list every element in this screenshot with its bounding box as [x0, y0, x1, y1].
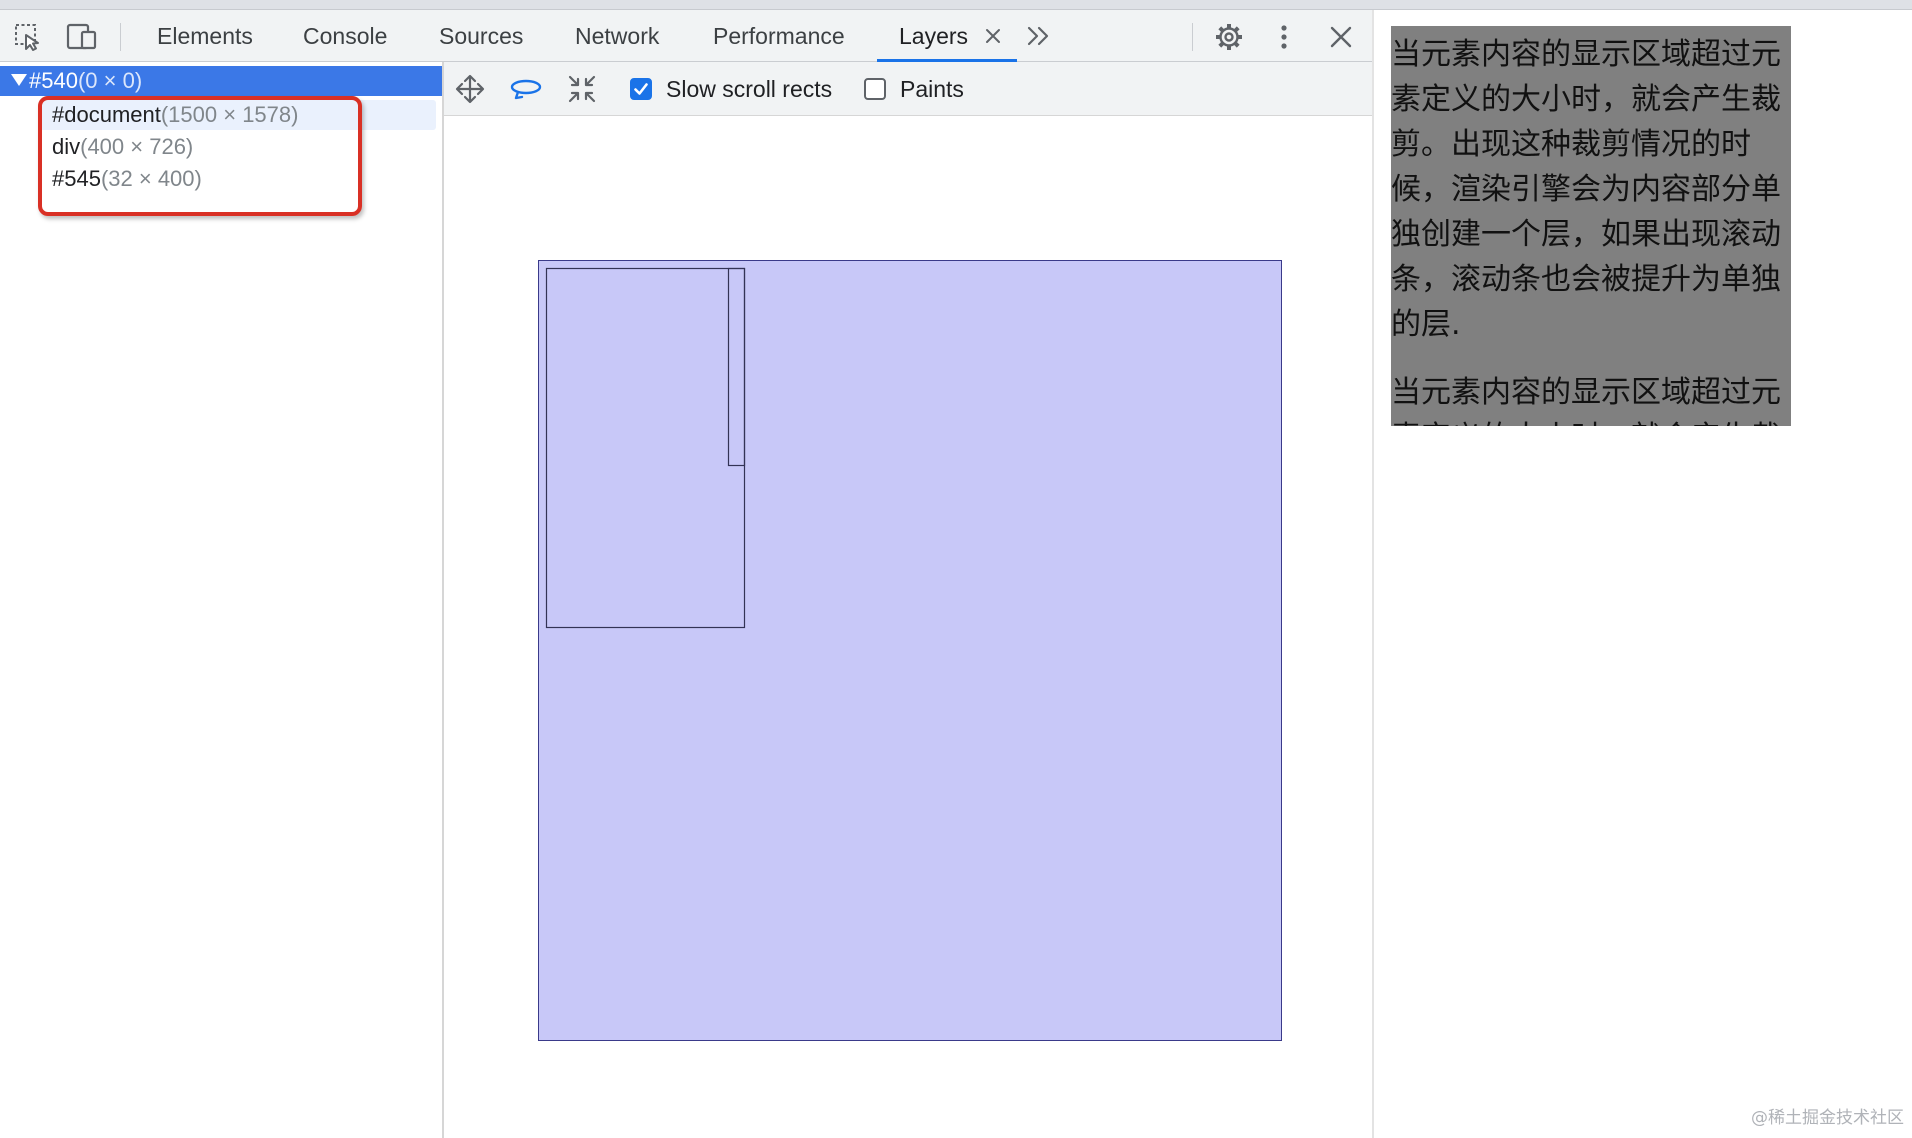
layers-canvas[interactable]: [444, 116, 1372, 1138]
expand-arrow-icon[interactable]: [11, 74, 27, 87]
tab-sources[interactable]: Sources: [439, 10, 523, 62]
tab-performance[interactable]: Performance: [713, 10, 845, 62]
page-preview-scroll-box[interactable]: 当元素内容的显示区域超过元素定义的大小时，就会产生裁剪。出现这种裁剪情况的时候，…: [1391, 26, 1791, 426]
layer-tree: #540(0 × 0) #document(1500 × 1578) div(4…: [0, 62, 444, 1138]
layers-viewport: Slow scroll rects Paints: [444, 62, 1372, 1138]
tab-layers[interactable]: Layers: [899, 10, 968, 62]
layer-name: #document: [52, 102, 161, 127]
slow-scroll-rects-label[interactable]: Slow scroll rects: [666, 62, 832, 116]
toolbar-separator: [120, 23, 121, 51]
watermark: @稀土掘金技术社区: [1751, 1108, 1904, 1128]
layer-size: (400 × 726): [80, 134, 194, 159]
paints-checkbox[interactable]: [864, 78, 886, 100]
slow-scroll-rects-checkbox[interactable]: [630, 78, 652, 100]
rotate-mode-icon[interactable]: [508, 71, 544, 107]
layer-tree-root[interactable]: #540(0 × 0): [0, 66, 442, 96]
tab-network[interactable]: Network: [575, 10, 659, 62]
layer-tree-item[interactable]: div(400 × 726): [52, 132, 193, 162]
reset-view-icon[interactable]: [564, 71, 600, 107]
pan-mode-icon[interactable]: [452, 71, 488, 107]
devtools-panel: Elements Console Sources Network Perform…: [0, 10, 1374, 1138]
layer-size: (32 × 400): [100, 166, 202, 191]
device-toolbar-icon[interactable]: [66, 21, 98, 53]
layer-size: (0 × 0): [77, 68, 143, 93]
layers-toolbar: Slow scroll rects Paints: [444, 62, 1372, 116]
document-layer-rect[interactable]: [538, 260, 1282, 1041]
layer-name: div: [52, 134, 81, 159]
paints-label[interactable]: Paints: [900, 62, 964, 116]
preview-text: 当元素内容的显示区域超过元素定义的大小时，就会产生裁剪。出现这种裁剪情况的时候，…: [1391, 26, 1791, 426]
layer-name: #540: [29, 68, 78, 93]
inspect-element-icon[interactable]: [12, 21, 44, 53]
checkmark-icon: [634, 83, 648, 95]
layer-tree-item[interactable]: #document(1500 × 1578): [40, 100, 436, 130]
close-tab-icon[interactable]: [980, 23, 1006, 49]
tab-console[interactable]: Console: [303, 10, 387, 62]
more-tabs-icon[interactable]: [1024, 23, 1054, 49]
settings-gear-icon[interactable]: [1213, 21, 1245, 53]
preview-paragraph: 当元素内容的显示区域超过元素定义的大小时，就会产生裁剪。: [1391, 375, 1781, 426]
layer-size: (1500 × 1578): [160, 102, 299, 127]
tab-elements[interactable]: Elements: [157, 10, 253, 62]
kebab-menu-icon[interactable]: [1268, 21, 1300, 53]
toolbar-separator: [1192, 23, 1193, 51]
close-devtools-icon[interactable]: [1325, 21, 1357, 53]
devtools-toolbar: Elements Console Sources Network Perform…: [0, 10, 1372, 62]
layer-tree-item[interactable]: #545(32 × 400): [52, 164, 202, 194]
layer-name: #545: [52, 166, 101, 191]
preview-paragraph: 当元素内容的显示区域超过元素定义的大小时，就会产生裁剪。出现这种裁剪情况的时候，…: [1391, 37, 1781, 342]
browser-top-strip: [0, 0, 1912, 9]
